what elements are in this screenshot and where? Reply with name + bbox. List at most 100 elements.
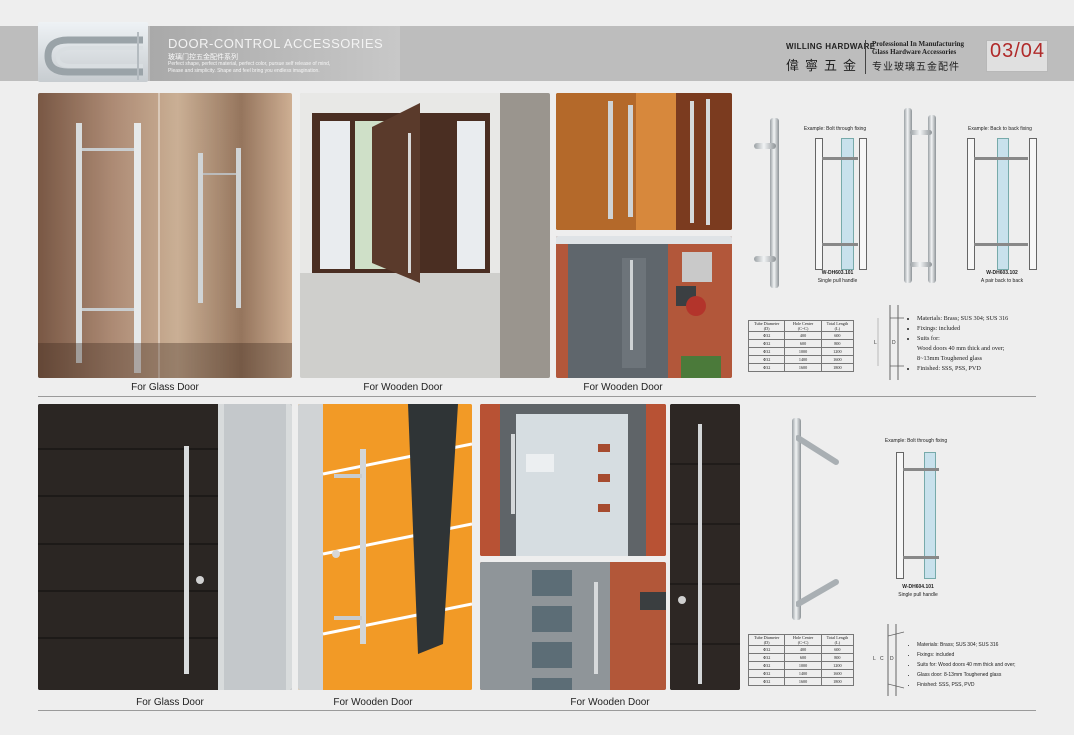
table-row: Φ32 1000 1200 <box>747 347 855 356</box>
brand-name: WILLING HARDWARE <box>786 42 876 51</box>
spec-cell: Φ32 <box>747 677 786 686</box>
product2-example-bolt-top <box>903 468 939 471</box>
product1-features: Materials: Brass; SUS 304; SUS 316 Fixin… <box>908 314 1067 374</box>
feature-item: Finished: SSS, PSS, PVD <box>917 364 1067 374</box>
spec-cell: 1200 <box>820 347 855 356</box>
spec-cell: 1800 <box>820 677 855 686</box>
page-title: DOOR-CONTROL ACCESSORIES <box>168 36 384 51</box>
spec-cell: 1200 <box>820 661 855 670</box>
slogan-line-1: Professional In Manufacturing <box>872 40 965 48</box>
feature-item: 8~13mm Toughened glass <box>917 355 983 362</box>
table-row: Φ32 400 600 <box>747 331 855 340</box>
photo-wooden-door-5-art <box>670 404 740 690</box>
spec-cell: 600 <box>820 645 855 654</box>
table-row: Φ32 1000 1200 <box>747 661 855 670</box>
spec-cell: 800 <box>820 339 855 348</box>
product2-dim-c: C <box>880 656 884 662</box>
photo-glass-door-2-art <box>38 404 292 690</box>
table-row: Φ32 1600 1800 <box>747 677 855 686</box>
product2-handle-leg-bottom <box>910 262 932 267</box>
table-row: Φ32 400 600 <box>747 645 855 654</box>
product2-handle-leg-top <box>910 130 932 135</box>
spec-header: Tube Diameter (D) <box>747 634 786 646</box>
caption-top-1: For Glass Door <box>131 382 199 393</box>
feature-item: Wood doors 40 mm thick and over; <box>917 345 1005 352</box>
spec-cell: 800 <box>820 653 855 662</box>
spec-cell: 600 <box>784 653 822 662</box>
spec-cell: Φ32 <box>747 347 786 356</box>
table-row: Φ32 1600 1800 <box>747 363 855 372</box>
photo-wooden-door-2b <box>556 236 732 378</box>
tagline-line-2: Please and simplicity. Shape and feel br… <box>168 68 320 74</box>
spec-cell: 1000 <box>784 347 822 356</box>
spec-cell: Φ32 <box>747 363 786 372</box>
spec-cell: Φ32 <box>747 669 786 678</box>
page-number: 03/04 <box>990 40 1046 62</box>
product2-example-bolt-bottom <box>903 556 939 559</box>
product1-example-2: Example: Back to back fixing <box>968 126 1032 132</box>
spec-header: Hole Center (C~C) <box>784 320 822 332</box>
brand-slogan-cn: 专业玻璃五金配件 <box>872 62 960 73</box>
caption-bottom-3: For Wooden Door <box>570 697 650 708</box>
spec-cell: 1400 <box>784 669 822 678</box>
photo-wooden-door-4b-art <box>480 562 666 690</box>
product1-spec-table: Tube Diameter (D) Hole Center (C~C) Tota… <box>747 320 855 372</box>
product1-handle-leg-top <box>754 143 776 149</box>
spec-cell: 1600 <box>820 355 855 364</box>
product1-dim-l: L <box>874 340 877 346</box>
footer-divider <box>38 710 1036 711</box>
spec-header: Tube Diameter (D) <box>747 320 786 332</box>
spec-cell: 600 <box>784 339 822 348</box>
spec-cell: 1600 <box>784 363 822 372</box>
photo-wooden-door-2a-art <box>556 93 732 230</box>
slogan-line-2: Glass Hardware Accessories <box>872 48 957 56</box>
spec-cell: Φ32 <box>747 355 786 364</box>
photo-wooden-door-5 <box>670 404 740 690</box>
photo-glass-door-1-art <box>38 93 292 378</box>
feature-item: Suits for: Wood doors 40 mm thick and ov… <box>917 660 1067 670</box>
product1-model-2-desc: A pair back to back <box>980 278 1024 284</box>
spec-header: Total Length (L) <box>820 634 855 646</box>
product2-example-glass <box>924 452 936 579</box>
product1-handle-leg-bottom <box>754 256 776 262</box>
spec-cell: 400 <box>784 645 822 654</box>
product1-model-1: W-DH603.101 <box>821 270 854 276</box>
product1-model-2: W-DH603.102 <box>986 270 1018 276</box>
spec-cell: Φ32 <box>747 661 786 670</box>
product2-features: Materials: Brass; SUS 304; SUS 316 Fixin… <box>908 640 1067 690</box>
photo-glass-door-2 <box>38 404 292 690</box>
feature-item: Materials: Brass; SUS 304; SUS 316 <box>917 640 1067 650</box>
spec-cell: 400 <box>784 331 822 340</box>
caption-bottom-2: For Wooden Door <box>333 697 413 708</box>
product1-model-1-desc: Single pull handle <box>817 278 858 284</box>
spec-cell: 600 <box>820 331 855 340</box>
caption-bottom-1: For Glass Door <box>136 697 204 708</box>
photo-wooden-door-3-art <box>298 404 472 690</box>
feature-item: Materials: Brass; SUS 304; SUS 316 <box>917 314 1067 324</box>
photo-wooden-door-2b-art <box>556 236 732 378</box>
product2-dim-d: D <box>890 656 894 662</box>
page-tagline: Perfect shape, perfect material, perfect… <box>168 61 398 75</box>
table-row: Φ32 600 800 <box>747 339 855 348</box>
product2-spec-header-row: Tube Diameter (D) Hole Center (C~C) Tota… <box>747 634 855 646</box>
brand-slogan: Professional In Manufacturing Glass Hard… <box>872 40 982 56</box>
spec-cell: 1000 <box>784 661 822 670</box>
photo-wooden-door-4a <box>480 404 666 556</box>
spec-cell: Φ32 <box>747 339 786 348</box>
feature-item: Fixings: included <box>917 650 1067 660</box>
feature-item: Finished: SSS, PSS, PVD <box>917 680 1067 690</box>
table-row: Φ32 1400 1600 <box>747 355 855 364</box>
handle-logo-image <box>38 22 148 82</box>
photo-wooden-door-3 <box>298 404 472 690</box>
product1-example-2-bolt-bottom <box>974 243 1028 246</box>
product1-example-2-frame-right <box>1029 138 1037 270</box>
spec-cell: 1600 <box>784 677 822 686</box>
product2-model-1: W-DH604.101 <box>902 584 934 590</box>
product2-handle-bar-right <box>928 115 936 283</box>
caption-top-2: For Wooden Door <box>363 382 443 393</box>
header-divider <box>865 40 866 74</box>
product2-dim-l: L <box>873 656 876 662</box>
spec-header: Hole Center (C~C) <box>784 634 822 646</box>
spec-cell: Φ32 <box>747 331 786 340</box>
photo-wooden-door-1-art <box>300 93 550 378</box>
